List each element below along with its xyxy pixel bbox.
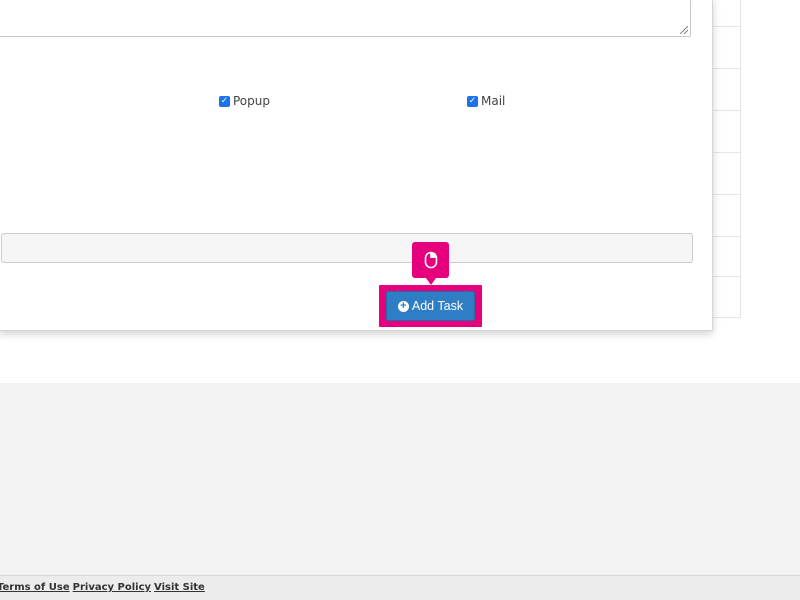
cursor-indicator xyxy=(412,242,449,285)
add-task-modal: ✓ Popup ✓ Mail xyxy=(0,0,713,331)
popup-checkbox-label: Popup xyxy=(233,94,270,108)
page-footer: Terms of Use Privacy Policy Visit Site xyxy=(0,575,800,600)
add-task-button[interactable]: + Add Task xyxy=(386,291,475,321)
visit-site-link[interactable]: Visit Site xyxy=(154,582,205,593)
mail-checkbox-label: Mail xyxy=(481,94,506,108)
mail-checkbox[interactable]: ✓ Mail xyxy=(467,94,505,108)
description-textarea[interactable] xyxy=(0,0,691,37)
popup-checkbox[interactable]: ✓ Popup xyxy=(219,94,270,108)
screen: ✓ Popup ✓ Mail + Add Task Terms of Use Pr… xyxy=(0,0,800,600)
terms-of-use-link[interactable]: Terms of Use xyxy=(0,582,70,593)
page-lower-background xyxy=(0,383,800,575)
privacy-policy-link[interactable]: Privacy Policy xyxy=(73,582,151,593)
resize-grip-icon[interactable] xyxy=(680,26,688,34)
checkmark-icon[interactable]: ✓ xyxy=(467,95,478,107)
add-task-label: Add Task xyxy=(411,299,464,313)
checkmark-icon[interactable]: ✓ xyxy=(219,95,230,107)
plus-circle-icon: + xyxy=(397,300,409,312)
task-input-field[interactable] xyxy=(1,233,693,263)
mouse-icon xyxy=(424,251,437,269)
